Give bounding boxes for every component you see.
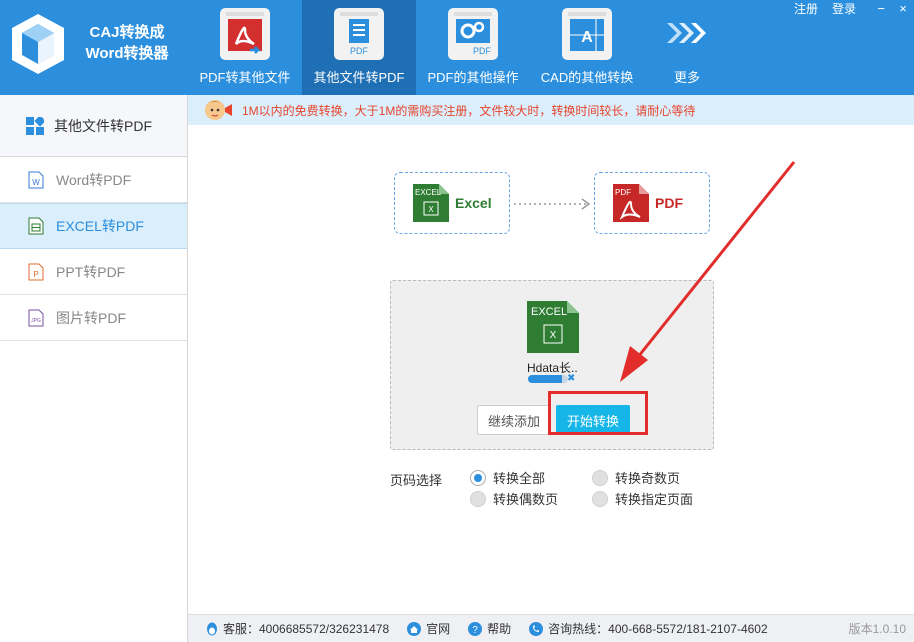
word-file-icon: W [28, 171, 44, 189]
customer-service-text: 客服：4006685572/326231478 [223, 620, 389, 637]
home-icon [407, 622, 421, 636]
radio-convert-all[interactable]: 转换全部 [470, 468, 545, 487]
tab-label: PDF转其他文件 [188, 67, 302, 86]
status-footer: 客服：4006685572/326231478 官网 ? 帮助 咨询热线：400… [188, 614, 914, 642]
register-link[interactable]: 注册 [794, 0, 818, 17]
file-type-tag: EXCEL [531, 306, 567, 318]
jpg-file-icon: JPG [28, 309, 44, 327]
window-controls: 注册 登录 − × [794, 0, 914, 16]
radio-convert-even[interactable]: 转换偶数页 [470, 489, 558, 508]
tab-more[interactable]: 更多 [644, 0, 730, 95]
qq-penguin-icon [206, 622, 218, 636]
svg-text:X: X [550, 330, 557, 341]
radio-convert-specified[interactable]: 转换指定页面 [592, 489, 693, 508]
radio-convert-odd[interactable]: 转换奇数页 [592, 468, 680, 487]
help-link[interactable]: ? 帮助 [468, 620, 511, 637]
direction-arrow-icon [514, 202, 594, 208]
cad-icon: A [562, 8, 612, 60]
svg-text:X: X [428, 205, 434, 214]
sidebar-item-word-to-pdf[interactable]: W Word转PDF [0, 157, 187, 203]
tab-label: 更多 [644, 67, 730, 86]
top-header: CAJ转换成 Word转换器 PDF转其他文件 PDF 其他文件转PDF [0, 0, 914, 95]
sidebar-header: 其他文件转PDF [0, 95, 187, 157]
close-button[interactable]: × [892, 1, 914, 16]
sidebar-item-label: PPT转PDF [56, 262, 125, 282]
excel-file-icon: EXCEL X [527, 301, 579, 353]
sidebar-item-label: 图片转PDF [56, 308, 126, 328]
tab-pdf-to-other[interactable]: PDF转其他文件 [188, 0, 302, 95]
radio-label: 转换指定页面 [615, 489, 693, 508]
pdf-acrobat-icon [220, 8, 270, 60]
excel-file-icon [28, 217, 44, 235]
radio-indicator [592, 470, 608, 486]
website-link-text: 官网 [426, 620, 450, 637]
minimize-button[interactable]: − [870, 1, 892, 16]
sidebar-item-excel-to-pdf[interactable]: EXCEL转PDF [0, 203, 187, 249]
radio-label: 转换全部 [493, 468, 545, 487]
hotline: 咨询热线：400-668-5572/181-2107-4602 [529, 620, 767, 637]
svg-text:P: P [33, 270, 38, 279]
radio-indicator [470, 470, 486, 486]
tab-other-to-pdf[interactable]: PDF 其他文件转PDF [302, 0, 416, 95]
radio-label: 转换偶数页 [493, 489, 558, 508]
phone-icon [529, 622, 543, 636]
source-format-tag: EXCEL [415, 188, 442, 197]
tab-label: 其他文件转PDF [302, 67, 416, 86]
continue-add-button[interactable]: 继续添加 [477, 405, 551, 435]
grid-icon [26, 117, 44, 135]
sidebar-item-image-to-pdf[interactable]: JPG 图片转PDF [0, 295, 187, 341]
pdf-gear-icon: PDF [448, 8, 498, 60]
tab-pdf-other-ops[interactable]: PDF PDF的其他操作 [416, 0, 530, 95]
sidebar-header-label: 其他文件转PDF [54, 116, 152, 136]
notice-text: 1M以内的免费转换，大于1M的需购买注册，文件较大时，转换时间较长，请耐心等待 [242, 102, 695, 119]
file-name: Hdata长.. [527, 359, 597, 376]
app-title: CAJ转换成 Word转换器 [72, 22, 182, 64]
progress-fill [528, 375, 562, 383]
customer-service[interactable]: 客服：4006685572/326231478 [206, 620, 389, 637]
sidebar-item-label: EXCEL转PDF [56, 216, 144, 236]
annotation-highlight-box [548, 391, 648, 435]
app-logo-icon [10, 12, 66, 76]
svg-text:?: ? [472, 625, 478, 636]
svg-text:JPG: JPG [31, 318, 41, 324]
notice-bar: 1M以内的免费转换，大于1M的需购买注册，文件较大时，转换时间较长，请耐心等待 [188, 95, 914, 125]
radio-label: 转换奇数页 [615, 468, 680, 487]
more-arrows-icon [665, 20, 709, 46]
conversion-progress-bar [528, 375, 568, 383]
sidebar: 其他文件转PDF W Word转PDF EXCEL转PDF P PPT转PDF … [0, 95, 188, 642]
website-link[interactable]: 官网 [407, 620, 450, 637]
hotline-text: 咨询热线：400-668-5572/181-2107-4602 [548, 620, 767, 637]
help-link-text: 帮助 [487, 620, 511, 637]
sidebar-item-label: Word转PDF [56, 170, 131, 190]
radio-indicator [470, 491, 486, 507]
page-select-label: 页码选择 [390, 470, 442, 489]
source-format-label: Excel [455, 195, 492, 211]
tab-cad-convert[interactable]: A CAD的其他转换 [530, 0, 644, 95]
login-link[interactable]: 登录 [832, 0, 856, 17]
excel-file-icon: EXCEL X [413, 184, 449, 222]
remove-file-icon[interactable]: ✖ [567, 373, 575, 384]
tab-label: PDF的其他操作 [416, 67, 530, 86]
help-icon: ? [468, 622, 482, 636]
svg-text:PDF: PDF [473, 46, 492, 56]
tab-label: CAD的其他转换 [530, 67, 644, 86]
annotation-arrow-icon [600, 150, 810, 390]
radio-indicator [592, 491, 608, 507]
svg-text:W: W [32, 178, 40, 187]
ppt-file-icon: P [28, 263, 44, 281]
app-title-line2: Word转换器 [72, 43, 182, 64]
sidebar-item-ppt-to-pdf[interactable]: P PPT转PDF [0, 249, 187, 295]
app-title-line1: CAJ转换成 [72, 22, 182, 43]
document-to-pdf-icon: PDF [334, 8, 384, 60]
version-label: 版本1.0.10 [849, 620, 906, 637]
source-format-card: EXCEL X Excel [394, 172, 510, 234]
mascot-megaphone-icon [204, 97, 234, 123]
svg-text:PDF: PDF [350, 46, 369, 56]
svg-text:A: A [581, 29, 593, 46]
